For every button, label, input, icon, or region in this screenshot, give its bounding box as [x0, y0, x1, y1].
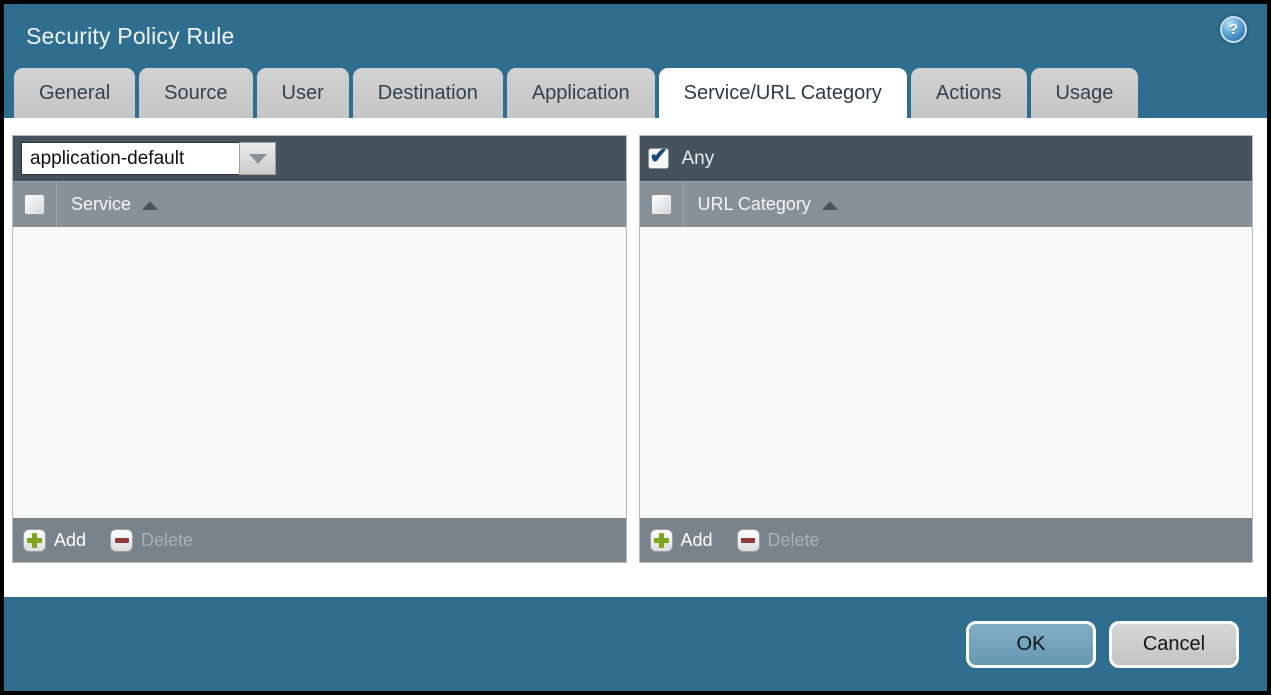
- ok-button[interactable]: OK: [966, 620, 1096, 668]
- dialog-title: Security Policy Rule: [26, 22, 235, 49]
- chevron-down-icon: [248, 153, 267, 164]
- tab-service-url-category[interactable]: Service/URL Category: [658, 68, 907, 118]
- add-button-label: Add: [54, 529, 87, 550]
- url-category-add-button[interactable]: Add: [649, 528, 713, 552]
- service-list: [13, 227, 626, 518]
- delete-icon: [736, 528, 760, 552]
- delete-button-label: Delete: [141, 529, 194, 550]
- tab-strip: General Source User Destination Applicat…: [4, 68, 1267, 118]
- delete-button-label: Delete: [767, 529, 820, 550]
- tab-user[interactable]: User: [256, 68, 349, 118]
- service-footer: Add Delete: [13, 518, 626, 562]
- cancel-button[interactable]: Cancel: [1109, 620, 1239, 668]
- tab-content: Service Add Delete Any: [4, 118, 1267, 597]
- service-column-header-row: Service: [13, 181, 626, 227]
- tab-application[interactable]: Application: [506, 68, 655, 118]
- service-select-all-cell: [13, 182, 57, 227]
- service-mode-input[interactable]: [21, 142, 239, 175]
- url-category-delete-button: Delete: [736, 528, 820, 552]
- add-icon: [23, 528, 46, 552]
- url-category-panel: Any URL Category Add Delete: [638, 135, 1253, 563]
- add-icon: [649, 528, 673, 552]
- url-category-toolbar: Any: [639, 136, 1252, 181]
- add-button-label: Add: [680, 529, 713, 550]
- url-category-column-header-row: URL Category: [639, 181, 1252, 227]
- sort-ascending-icon: [821, 201, 838, 210]
- service-add-button[interactable]: Add: [23, 528, 87, 552]
- tab-source[interactable]: Source: [139, 68, 253, 118]
- tab-general[interactable]: General: [14, 68, 136, 118]
- service-panel: Service Add Delete: [12, 135, 627, 563]
- tab-usage[interactable]: Usage: [1030, 68, 1139, 118]
- service-toolbar: [13, 136, 626, 181]
- url-category-column-header[interactable]: URL Category: [684, 194, 838, 215]
- help-icon[interactable]: [1220, 16, 1247, 43]
- url-category-footer: Add Delete: [639, 518, 1252, 562]
- url-category-select-all-checkbox[interactable]: [650, 194, 672, 215]
- url-category-select-all-cell: [640, 182, 684, 227]
- url-category-list: [639, 227, 1252, 518]
- any-checkbox-label: Any: [681, 147, 715, 169]
- any-checkbox[interactable]: [647, 143, 669, 169]
- security-policy-rule-dialog: Security Policy Rule General Source User…: [0, 0, 1271, 695]
- url-category-column-label: URL Category: [697, 194, 811, 214]
- service-delete-button: Delete: [110, 528, 194, 552]
- sort-ascending-icon: [142, 201, 159, 210]
- delete-icon: [110, 528, 134, 552]
- dialog-footer: OK Cancel: [4, 597, 1267, 691]
- service-mode-combobox: [21, 142, 276, 175]
- service-column-header[interactable]: Service: [57, 194, 159, 215]
- titlebar: Security Policy Rule: [4, 4, 1267, 68]
- service-select-all-checkbox[interactable]: [24, 194, 45, 215]
- service-column-label: Service: [71, 194, 132, 214]
- tab-destination[interactable]: Destination: [352, 68, 503, 118]
- service-mode-dropdown-button[interactable]: [239, 142, 276, 175]
- tab-actions[interactable]: Actions: [910, 68, 1027, 118]
